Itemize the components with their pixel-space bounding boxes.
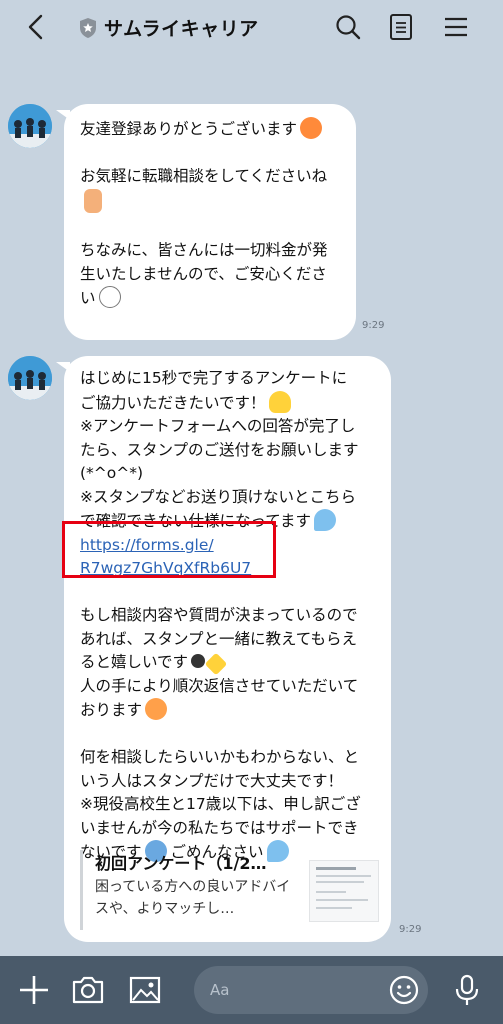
message-line: いませんが今の私たちではサポートでき bbox=[80, 818, 359, 837]
chat-title: サムライキャリア bbox=[104, 18, 259, 40]
message-line: はじめに15秒で完了するアンケートに bbox=[80, 369, 348, 387]
message-line: 友達登録ありがとうございます bbox=[80, 117, 340, 142]
plus-icon[interactable] bbox=[16, 972, 52, 1008]
notes-icon[interactable] bbox=[386, 12, 416, 42]
message-line: おります bbox=[80, 698, 375, 723]
message-line: お気軽に転職相談をしてくださいね bbox=[80, 167, 328, 185]
message-line: ご協力いただきたいです！ bbox=[80, 390, 375, 416]
image-icon[interactable] bbox=[127, 972, 163, 1008]
preview-title: 初回アンケート（1/2… bbox=[95, 854, 267, 873]
message-line: ※現役高校生と17歳以下は、申し訳ござ bbox=[80, 795, 361, 813]
message-line: 人の手により順次返信させていただいて bbox=[80, 676, 359, 695]
thumbs-up-emoji-icon bbox=[80, 188, 340, 216]
message-input-bar bbox=[0, 956, 503, 1024]
message-line: もし相談内容や質問が決まっているので bbox=[80, 606, 358, 624]
link-preview-card[interactable]: 初回アンケート（1/2… 困っている方への良いアドバイスや、よりマッチし… bbox=[80, 850, 379, 930]
chat-title-group: サムライキャリア bbox=[78, 14, 259, 41]
eyes-emoji-icon bbox=[191, 654, 206, 668]
message-line: (*^o^*) bbox=[80, 464, 144, 482]
chat-header: サムライキャリア bbox=[0, 0, 503, 56]
message-bubble: 友達登録ありがとうございます お気軽に転職相談をしてくださいね ちなみに、皆さん… bbox=[56, 104, 356, 340]
smile-emoji-icon bbox=[98, 286, 121, 308]
sweat-drops-emoji-icon bbox=[313, 509, 336, 531]
message-line: 生いたしませんので、ご安心くださ bbox=[80, 264, 327, 283]
camera-icon[interactable] bbox=[70, 972, 106, 1008]
blush-emoji-icon bbox=[145, 698, 168, 720]
search-icon[interactable] bbox=[333, 12, 363, 42]
message-line: ちなみに、皆さんには一切料金が発 bbox=[80, 241, 328, 259]
lightbulb-emoji-icon bbox=[268, 390, 291, 413]
link-highlight-box bbox=[62, 521, 276, 578]
emoji-icon[interactable] bbox=[388, 974, 420, 1006]
message-input[interactable] bbox=[210, 978, 380, 1002]
sender-avatar[interactable] bbox=[8, 104, 52, 148]
face-emoji-icon bbox=[300, 117, 323, 139]
shield-icon bbox=[80, 17, 96, 38]
microphone-icon[interactable] bbox=[449, 972, 485, 1008]
preview-thumbnail bbox=[309, 860, 379, 922]
message-line: ※アンケートフォームへの回答が完了し bbox=[80, 417, 356, 435]
back-chevron-icon[interactable] bbox=[22, 12, 52, 42]
message-timestamp: 9:29 bbox=[362, 320, 385, 331]
menu-icon[interactable] bbox=[441, 12, 471, 42]
message-line: いう人はスタンプだけで大丈夫です！ bbox=[80, 771, 344, 790]
message-line: あれば、スタンプと一緒に教えてもらえ bbox=[80, 629, 357, 648]
message-line: 何を相談したらいいかもわからない、と bbox=[80, 748, 360, 766]
sender-avatar[interactable] bbox=[8, 356, 52, 400]
sparkles-emoji-icon bbox=[204, 652, 228, 676]
message-timestamp: 9:29 bbox=[399, 924, 422, 935]
preview-description: 困っている方への良いアドバイスや、よりマッチし… bbox=[95, 879, 291, 917]
message-input-pill[interactable] bbox=[194, 966, 428, 1014]
message-line: い bbox=[80, 286, 340, 311]
message-line: ると嬉しいです bbox=[80, 651, 375, 676]
message-line: たら、スタンプのご送付をお願いします bbox=[80, 440, 359, 459]
message-line: ※スタンプなどお送り頂けないとこちら bbox=[80, 487, 357, 506]
